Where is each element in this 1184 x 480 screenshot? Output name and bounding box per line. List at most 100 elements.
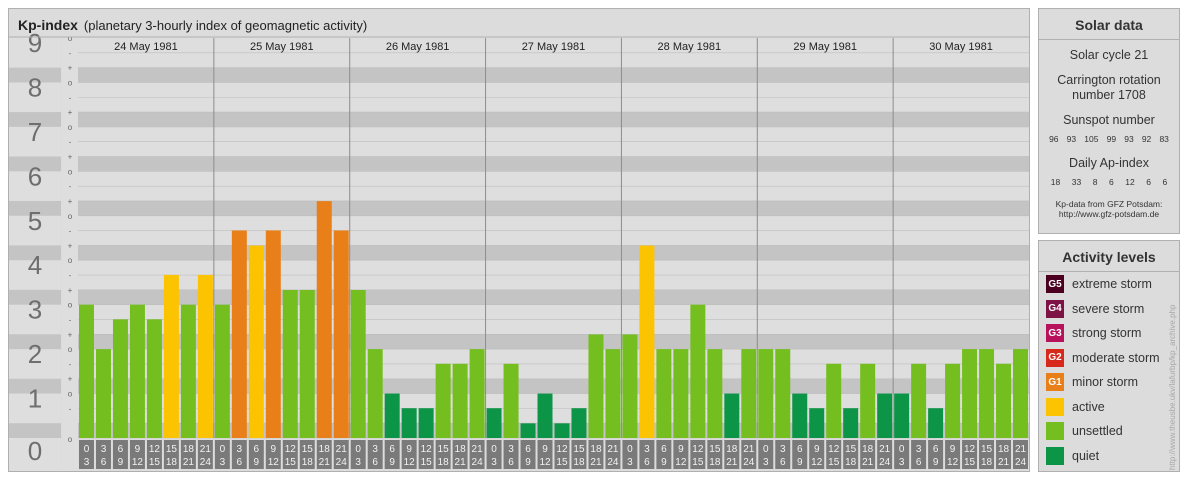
time-end-label: 3	[899, 457, 905, 468]
time-start-label: 12	[285, 444, 297, 455]
ap-value: 6	[1146, 177, 1151, 187]
time-start-label: 6	[525, 444, 531, 455]
ap-values: 18 33 8 6 12 6 6	[1045, 177, 1173, 187]
kp-bar	[554, 423, 570, 438]
level-active: active	[1046, 397, 1105, 416]
time-start-label: 9	[135, 444, 141, 455]
level-moderate-storm: G2 moderate storm	[1046, 348, 1160, 367]
time-start-label: 15	[166, 444, 178, 455]
time-end-label: 12	[539, 457, 551, 468]
kp-chart-panel: 0 1 2 3 4 5 6 7 8 9 o - o + - o + - o + - o + - o + - o + - o + - o + - o 24 …	[8, 8, 1030, 472]
time-start-label: 3	[508, 444, 514, 455]
level-quiet: quiet	[1046, 446, 1099, 465]
kp-bar	[911, 363, 927, 438]
source-link[interactable]: http://www.gfz-potsdam.de	[1039, 209, 1179, 219]
time-start-label: 15	[302, 444, 314, 455]
kp-bar	[690, 304, 706, 438]
time-end-label: 15	[692, 457, 704, 468]
kp-bar	[979, 349, 995, 438]
kp-bar	[605, 349, 621, 438]
time-end-label: 18	[981, 457, 993, 468]
time-end-label: 21	[862, 457, 874, 468]
kp-bar	[265, 230, 281, 438]
kp-bar	[724, 393, 740, 438]
kp-tick-label: 7	[28, 117, 42, 147]
carrington-line-2: number 1708	[1072, 88, 1146, 102]
kp-bar	[367, 349, 383, 438]
level-label: severe storm	[1072, 301, 1145, 316]
kp-tick-label: 6	[28, 161, 42, 191]
time-start-label: 21	[472, 444, 484, 455]
kp-bar	[180, 304, 196, 438]
level-label: unsettled	[1072, 424, 1123, 438]
time-end-label: 21	[726, 457, 738, 468]
minor-tick-mark: -	[69, 271, 72, 280]
minor-tick-mark: o	[68, 212, 73, 221]
kp-bar	[520, 423, 536, 438]
time-end-label: 12	[268, 457, 280, 468]
time-end-label: 9	[118, 457, 124, 468]
time-end-label: 15	[556, 457, 568, 468]
chart-header: Kp-index (planetary 3-hourly index of geo…	[18, 17, 367, 33]
time-start-label: 6	[389, 444, 395, 455]
kp-bar	[843, 408, 859, 438]
time-end-label: 9	[933, 457, 939, 468]
time-start-label: 0	[627, 444, 633, 455]
level-label: active	[1072, 399, 1105, 414]
time-end-label: 15	[828, 457, 840, 468]
kp-bar	[758, 349, 774, 438]
minor-tick-mark: o	[68, 34, 73, 43]
level-swatch	[1046, 446, 1064, 465]
time-end-label: 15	[421, 457, 433, 468]
time-start-label: 6	[118, 444, 124, 455]
kp-bar	[928, 408, 944, 438]
time-start-label: 3	[237, 444, 243, 455]
kp-bar	[826, 363, 842, 438]
time-end-label: 24	[472, 457, 484, 468]
time-start-label: 15	[845, 444, 857, 455]
time-start-label: 21	[879, 444, 891, 455]
time-start-label: 3	[101, 444, 107, 455]
minor-tick-mark: +	[68, 286, 73, 295]
time-end-label: 12	[675, 457, 687, 468]
kp-bar	[418, 408, 434, 438]
kp-bar	[248, 245, 264, 438]
activity-levels-title: Activity levels	[1062, 249, 1156, 265]
minor-tick-mark: -	[69, 315, 72, 324]
time-end-label: 18	[438, 457, 450, 468]
time-end-label: 6	[101, 457, 107, 468]
level-severe-storm: G4 severe storm	[1046, 299, 1145, 318]
time-start-label: 9	[950, 444, 956, 455]
sunspot-value: 92	[1141, 134, 1152, 144]
sunspot-value: 105	[1084, 134, 1099, 144]
day-label: 30 May 1981	[929, 41, 993, 53]
band-dark	[78, 67, 1029, 83]
time-end-label: 3	[627, 457, 633, 468]
carrington-line-1: Carrington rotation	[1057, 73, 1161, 87]
kp-bar	[996, 363, 1012, 438]
minor-tick-mark: -	[69, 182, 72, 191]
kp-bar	[656, 349, 672, 438]
kp-bar	[350, 290, 366, 438]
time-end-label: 18	[709, 457, 721, 468]
time-start-label: 0	[899, 444, 905, 455]
kp-bar	[95, 349, 111, 438]
time-start-label: 15	[573, 444, 585, 455]
time-end-label: 24	[200, 457, 212, 468]
time-start-label: 3	[916, 444, 922, 455]
time-start-label: 18	[726, 444, 738, 455]
time-end-label: 21	[998, 457, 1010, 468]
time-start-label: 18	[455, 444, 467, 455]
time-start-label: 15	[981, 444, 993, 455]
minor-tick-mark: -	[69, 404, 72, 413]
source-line-1: Kp-data from GFZ Potsdam:	[1055, 199, 1163, 209]
sunspot-value: 99	[1106, 134, 1117, 144]
time-end-label: 3	[220, 457, 226, 468]
time-end-label: 3	[355, 457, 361, 468]
kp-chart: 0123456789o-o+-o+-o+-o+-o+-o+-o+-o+-o24 …	[9, 28, 1029, 471]
minor-tick-mark: -	[69, 138, 72, 147]
level-label: extreme storm	[1072, 277, 1152, 291]
time-start-label: 15	[438, 444, 450, 455]
time-start-label: 6	[933, 444, 939, 455]
time-start-label: 18	[862, 444, 874, 455]
